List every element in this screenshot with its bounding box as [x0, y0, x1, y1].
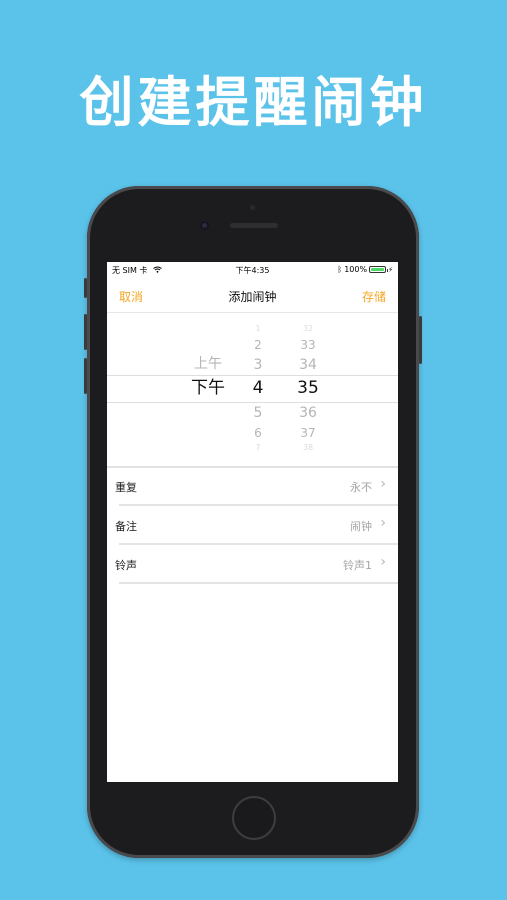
- repeat-row[interactable]: 重复 永不 ›: [107, 468, 398, 506]
- page-title: 添加闹钟: [228, 290, 277, 304]
- hour-option[interactable]: 1: [238, 325, 278, 333]
- bluetooth-icon: ᛒ: [337, 265, 343, 274]
- row-divider: [119, 504, 398, 506]
- promo-headline: 创建提醒闹钟: [79, 71, 428, 134]
- home-button[interactable]: [232, 796, 276, 840]
- row-divider: [119, 543, 398, 545]
- chevron-right-icon: ›: [380, 515, 386, 531]
- ringtone-row[interactable]: 铃声 铃声1 ›: [107, 546, 398, 584]
- row-value: 闹钟: [350, 520, 372, 533]
- row-value: 永不: [350, 481, 372, 494]
- minute-option[interactable]: 32: [288, 325, 328, 333]
- minute-option[interactable]: 36: [288, 406, 328, 420]
- row-divider: [119, 582, 398, 584]
- mute-switch: [84, 278, 87, 298]
- minute-column[interactable]: 32 33 34 35 36 37 38: [288, 313, 328, 466]
- hour-option[interactable]: 6: [238, 427, 278, 439]
- power-button: [419, 316, 422, 364]
- row-label: 重复: [115, 481, 137, 494]
- hour-option[interactable]: 2: [238, 339, 278, 351]
- minute-selected[interactable]: 35: [288, 380, 328, 397]
- minute-option[interactable]: 37: [288, 427, 328, 439]
- front-camera-icon: [200, 221, 209, 230]
- earpiece-speaker: [230, 223, 278, 228]
- ampm-column[interactable]: 上午 下午: [188, 313, 228, 466]
- status-right-group: ᛒ 100% ⚡: [337, 265, 393, 274]
- phone-screen: 无 SIM 卡 下午4:35 ᛒ 100% ⚡ 取消 添加闹钟 存储 上午 下午…: [107, 262, 398, 782]
- phone-frame: 无 SIM 卡 下午4:35 ᛒ 100% ⚡ 取消 添加闹钟 存储 上午 下午…: [84, 186, 422, 858]
- row-value: 铃声1: [343, 559, 372, 572]
- battery-icon: [369, 266, 389, 273]
- proximity-sensor: [250, 205, 255, 210]
- charging-icon: ⚡: [388, 265, 393, 274]
- ampm-option[interactable]: 上午: [188, 357, 228, 371]
- hour-option[interactable]: 3: [238, 358, 278, 372]
- minute-option[interactable]: 34: [288, 358, 328, 372]
- volume-up-button: [84, 314, 87, 350]
- navigation-bar: 取消 添加闹钟 存储: [107, 276, 398, 313]
- battery-fill: [371, 268, 385, 271]
- ampm-selected[interactable]: 下午: [188, 380, 228, 397]
- volume-down-button: [84, 358, 87, 394]
- row-label: 备注: [115, 520, 137, 533]
- hour-option[interactable]: 7: [238, 444, 278, 452]
- chevron-right-icon: ›: [380, 476, 386, 492]
- time-picker[interactable]: 上午 下午 1 2 3 4 5 6 7 32 33 34 35 36 37 38: [107, 313, 398, 466]
- hour-column[interactable]: 1 2 3 4 5 6 7: [238, 313, 278, 466]
- hour-option[interactable]: 5: [238, 406, 278, 420]
- status-bar: 无 SIM 卡 下午4:35 ᛒ 100% ⚡: [107, 262, 398, 276]
- save-button[interactable]: 存储: [362, 288, 386, 305]
- hour-selected[interactable]: 4: [238, 380, 278, 397]
- battery-percent: 100%: [344, 265, 368, 274]
- minute-option[interactable]: 33: [288, 339, 328, 351]
- row-label: 铃声: [115, 559, 137, 572]
- note-row[interactable]: 备注 闹钟 ›: [107, 507, 398, 545]
- minute-option[interactable]: 38: [288, 444, 328, 452]
- chevron-right-icon: ›: [380, 554, 386, 570]
